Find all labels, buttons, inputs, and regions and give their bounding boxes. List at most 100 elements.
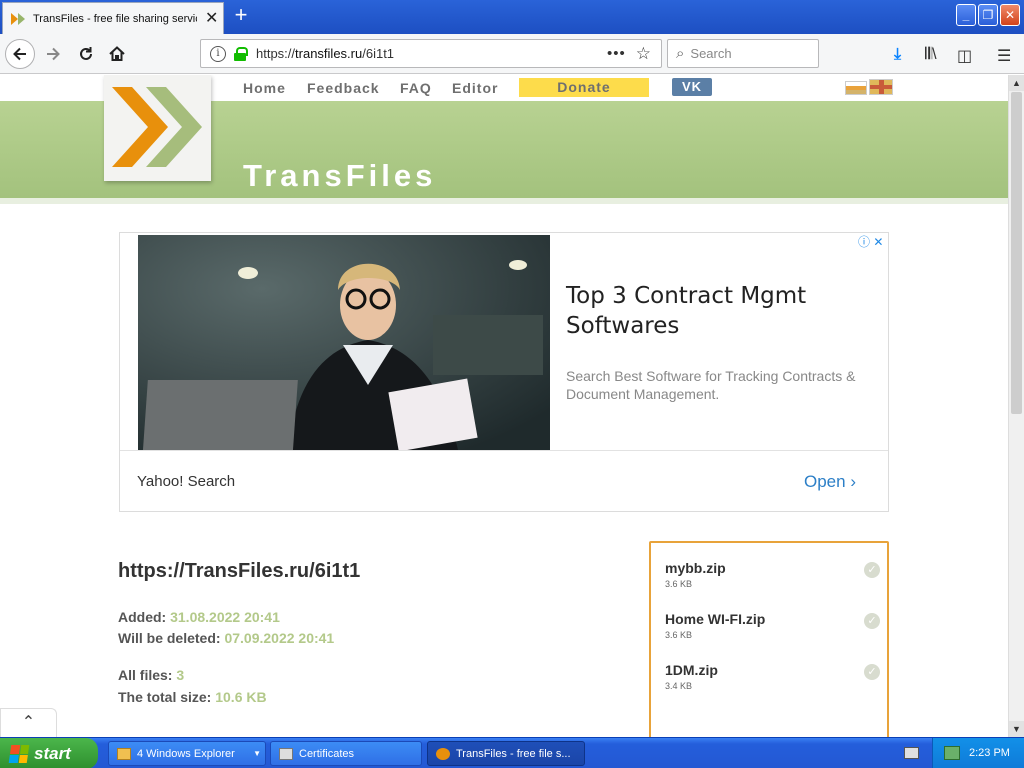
forward-arrow-icon [47,47,60,61]
file-item[interactable]: 1DM.zip 3.4 KB ✓ [665,662,880,691]
chevron-right-icon: › [850,472,856,491]
start-button[interactable]: start [0,738,98,768]
page-actions-icon[interactable]: ••• [607,45,626,62]
nav-link-feedback[interactable]: Feedback [307,80,380,96]
certificate-window-icon [279,747,293,760]
download-icon[interactable]: ⤓ [894,46,901,64]
nav-link-editor[interactable]: Editor [452,80,498,96]
library-icon[interactable]: 𝄃𝄃\ [925,46,937,64]
file-size: 3.6 KB [665,579,693,589]
english-language-flag-icon[interactable] [869,79,893,95]
folder-icon [117,747,131,760]
transfiles-logo[interactable] [104,75,211,181]
url-text[interactable]: https://transfiles.ru/6i1t1 [256,46,607,61]
taskbar-item-windows-explorer[interactable]: 4 Windows Explorer ▼ [108,741,266,766]
adchoices-icon[interactable]: ⓘ ✕ [858,233,883,250]
ad-open-label: Open [804,472,846,491]
file-size: 3.4 KB [665,681,693,691]
ad-description[interactable]: Search Best Software for Tracking Contra… [566,367,876,403]
navigation-toolbar: i https://transfiles.ru/6i1t1 ••• ☆ ⌕ Se… [0,34,1024,74]
vertical-scrollbar[interactable]: ▲ ▼ [1008,75,1024,737]
share-link[interactable]: https://TransFiles.ru/6i1t1 [118,560,360,583]
back-arrow-icon [13,47,26,61]
tab-strip: TransFiles - free file sharing service ✕… [0,0,1024,34]
bookmark-star-icon[interactable]: ☆ [636,44,651,64]
ad-photo-man-with-laptop[interactable] [138,235,550,450]
home-button[interactable] [102,39,132,69]
total-size-label: The total size: [118,689,216,705]
check-icon[interactable]: ✓ [864,664,880,680]
clock[interactable]: 2:23 PM [969,747,1010,759]
secure-lock-icon[interactable] [234,46,248,61]
scroll-down-arrow-icon[interactable]: ▼ [1009,721,1024,737]
added-row: Added: 31.08.2022 20:41 [118,609,280,625]
taskbar-item-label: TransFiles - free file s... [456,747,571,760]
scrollbar-thumb[interactable] [1011,92,1022,414]
ad-headline[interactable]: Top 3 Contract Mgmt Softwares [566,281,866,341]
ad-open-button[interactable]: Open › [804,472,856,492]
search-bar[interactable]: ⌕ Search [667,39,819,68]
search-icon: ⌕ [676,45,685,62]
close-tab-icon[interactable]: ✕ [205,10,218,27]
deleted-label: Will be deleted: [118,630,225,646]
firefox-icon [436,747,450,760]
close-window-button[interactable]: ✕ [1000,4,1020,26]
taskbar-item-label: Certificates [299,747,355,760]
check-icon[interactable]: ✓ [864,562,880,578]
sidebar-icon[interactable]: ◫ [957,46,972,66]
ad-advertiser[interactable]: Yahoo! Search [137,473,235,490]
file-name[interactable]: Home WI-FI.zip [665,611,880,627]
file-item[interactable]: Home WI-FI.zip 3.6 KB ✓ [665,611,880,640]
keyboard-icon[interactable] [904,747,919,759]
all-files-row: All files: 3 [118,667,184,683]
chevron-up-icon: ⌃ [21,714,36,731]
donate-button[interactable]: Donate [519,78,649,97]
file-size: 3.6 KB [665,630,693,640]
url-path: /6i1t1 [362,46,395,61]
vk-link[interactable]: VK [672,78,712,96]
browser-tab-active[interactable]: TransFiles - free file sharing service ✕ [2,2,224,34]
address-bar[interactable]: i https://transfiles.ru/6i1t1 ••• ☆ [200,39,662,68]
deleted-value: 07.09.2022 20:41 [224,630,335,646]
advertisement[interactable]: ⓘ ✕ Top 3 Contract Mgmt Softwares Search… [119,232,889,512]
file-item[interactable]: mybb.zip 3.6 KB ✓ [665,560,880,589]
taskbar-item-label: 4 Windows Explorer [137,747,235,760]
file-name[interactable]: 1DM.zip [665,662,880,678]
taskbar-item-certificates[interactable]: Certificates [270,741,422,766]
total-size-row: The total size: 10.6 KB [118,689,267,705]
transfiles-favicon-icon [11,12,27,26]
taskbar-item-transfiles[interactable]: TransFiles - free file s... [427,741,585,766]
url-scheme: https:// [256,46,296,61]
russian-language-flag-icon[interactable] [845,81,867,95]
nav-link-home[interactable]: Home [243,80,286,96]
scroll-up-arrow-icon[interactable]: ▲ [1009,75,1024,91]
new-tab-button[interactable]: + [230,4,252,28]
total-size-value: 10.6 KB [215,689,267,705]
minimize-window-button[interactable]: _ [956,4,976,26]
reload-icon [80,47,92,60]
windows-taskbar: start 4 Windows Explorer ▼ Certificates … [0,737,1024,768]
file-name[interactable]: mybb.zip [665,560,880,576]
scroll-to-top-button[interactable]: ⌃ [0,708,57,737]
all-files-value: 3 [176,667,185,683]
search-placeholder: Search [690,46,732,61]
nav-link-faq[interactable]: FAQ [400,80,432,96]
tab-title: TransFiles - free file sharing service [33,12,197,25]
back-button[interactable] [5,39,35,69]
site-info-icon[interactable]: i [210,45,226,62]
all-files-label: All files: [118,667,177,683]
check-icon[interactable]: ✓ [864,613,880,629]
maximize-window-button[interactable]: ❐ [978,4,998,26]
reload-button[interactable] [71,39,101,69]
added-label: Added: [118,609,171,625]
system-tray: 2:23 PM [932,738,1024,768]
site-title: TransFiles [243,158,437,193]
web-page: Home Feedback FAQ Editor Donate VK Trans… [0,75,1008,737]
hamburger-menu-icon[interactable]: ☰ [997,46,1011,66]
deleted-row: Will be deleted: 07.09.2022 20:41 [118,630,334,646]
home-icon [109,46,125,61]
network-icon[interactable] [944,746,960,760]
start-label: start [34,743,71,763]
forward-button[interactable] [38,39,68,69]
url-host: transfiles.ru [295,46,363,61]
